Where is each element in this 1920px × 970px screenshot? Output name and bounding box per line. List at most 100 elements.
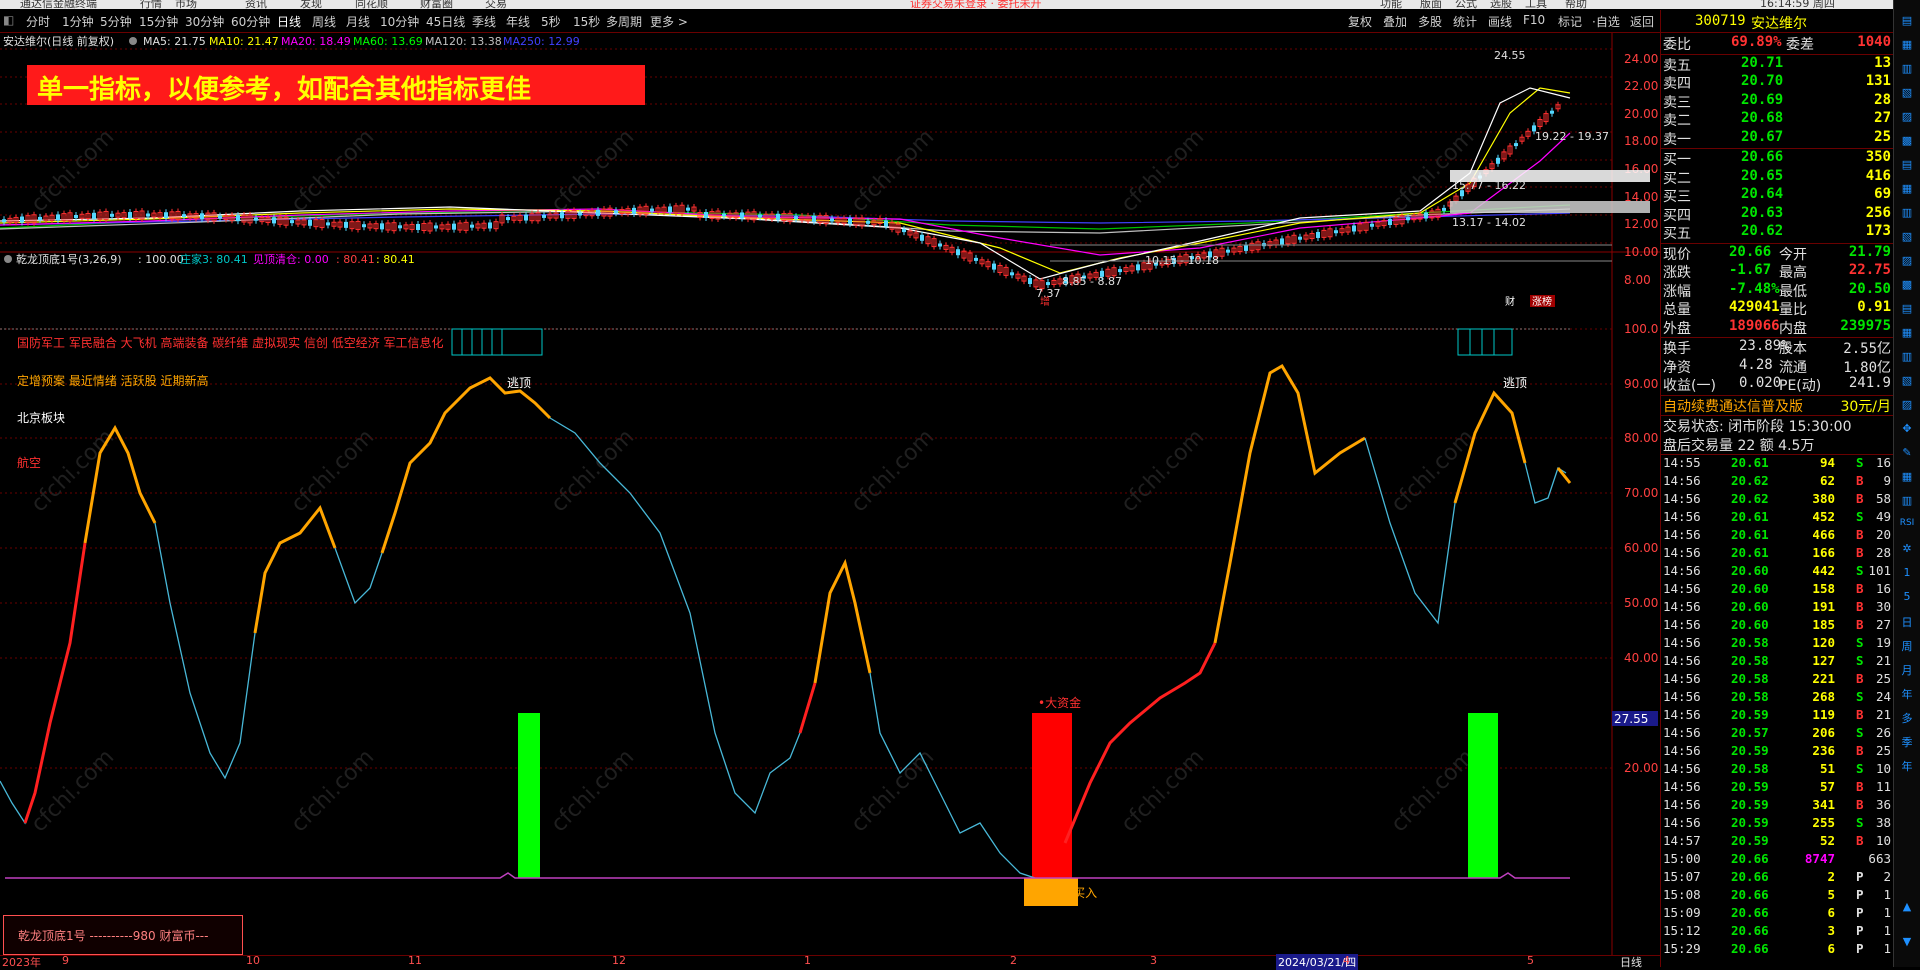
side-letter[interactable]: 年 [1898, 686, 1916, 701]
panel-icon[interactable]: ▥ [1898, 206, 1916, 220]
tool-f10[interactable]: F10 [1523, 13, 1545, 27]
period-60min[interactable]: 60分钟 [231, 13, 270, 30]
tool-tongji[interactable]: 统计 [1453, 13, 1477, 30]
side-letter[interactable]: 年 [1898, 758, 1916, 773]
side-letter[interactable]: 日 [1898, 614, 1916, 629]
period-30min[interactable]: 30分钟 [185, 13, 224, 30]
period-5sec[interactable]: 5秒 [541, 13, 561, 30]
panel-icon[interactable]: ▤ [1898, 14, 1916, 28]
panel-icon[interactable]: ▤ [1898, 158, 1916, 172]
panel-icon[interactable]: 5 [1898, 590, 1916, 604]
period-1min[interactable]: 1分钟 [62, 13, 94, 30]
panel-icon[interactable]: ▦ [1898, 182, 1916, 196]
candle [1352, 225, 1356, 232]
gear-icon[interactable]: ✲ [1898, 542, 1916, 556]
panel-icon[interactable]: ▨ [1898, 110, 1916, 124]
panel-icon[interactable]: ▥ [1898, 494, 1916, 508]
period-15min[interactable]: 15分钟 [139, 13, 178, 30]
period-weekly[interactable]: 周线 [312, 13, 336, 30]
menu-jiaoyi[interactable]: 交易 [485, 0, 507, 9]
candle [1226, 249, 1230, 253]
tick-side: S [1856, 689, 1864, 704]
menu-xuangu[interactable]: 选股 [1490, 0, 1512, 9]
svg-text:cfchi.com: cfchi.com [1117, 745, 1210, 838]
stat-value: -1.67 [1729, 262, 1772, 278]
chart-area[interactable]: 24.00 22.00 20.00 18.00 16.00 14.00 12.0… [0, 33, 1660, 967]
panel-icon[interactable]: ▧ [1898, 230, 1916, 244]
tool-fuquan[interactable]: 复权 [1348, 13, 1372, 30]
tick-price: 20.66 [1731, 923, 1769, 938]
scroll-icon[interactable]: ▲ [1898, 900, 1916, 914]
menu-zixun[interactable]: 资讯 [245, 0, 267, 9]
tool-duogu[interactable]: 多股 [1418, 13, 1442, 30]
panel-icon[interactable]: ▦ [1898, 326, 1916, 340]
period-daily[interactable]: 日线 [277, 13, 301, 30]
toolbar-toggle-icon[interactable]: ◧ [3, 13, 14, 27]
side-letter[interactable]: 周 [1898, 638, 1916, 653]
menu-caifuquan[interactable]: 财富圈 [420, 0, 453, 9]
svg-text:cfchi.com: cfchi.com [547, 125, 640, 218]
stat-value: 0.020 [1739, 375, 1782, 391]
panel-icon[interactable]: ▥ [1898, 62, 1916, 76]
tool-huaxian[interactable]: 画线 [1488, 13, 1512, 30]
ma-lines [0, 87, 1571, 280]
menu-shichang[interactable]: 市场 [175, 0, 197, 9]
period-more[interactable]: 更多 > [650, 13, 688, 30]
tick-volume: 5 [1827, 887, 1835, 902]
tick-volume: 466 [1812, 527, 1835, 542]
candle [290, 220, 294, 224]
tool-zixuan[interactable]: ·自选 [1592, 13, 1620, 30]
side-letter[interactable]: 月 [1898, 662, 1916, 677]
stat-label: 总量 [1663, 302, 1691, 318]
tool-fanhui[interactable]: 返回 [1630, 13, 1654, 30]
panel-icon[interactable]: ▦ [1898, 38, 1916, 52]
tool-biaoji[interactable]: 标记 [1558, 13, 1582, 30]
oscillator-curve [0, 363, 1572, 879]
panel-icon[interactable]: ▨ [1898, 254, 1916, 268]
pencil-icon[interactable]: ✎ [1898, 446, 1916, 460]
side-letter[interactable]: 多 [1898, 710, 1916, 725]
menu-gongshi[interactable]: 公式 [1455, 0, 1477, 9]
menu-hangqing[interactable]: 行情 [140, 0, 162, 9]
panel-icon[interactable]: ▧ [1898, 86, 1916, 100]
period-5min[interactable]: 5分钟 [100, 13, 132, 30]
panel-icon[interactable]: ▩ [1898, 134, 1916, 148]
menu-gongneng[interactable]: 功能 [1380, 0, 1402, 9]
tick-count: 16 [1875, 455, 1891, 470]
side-letter[interactable]: 季 [1898, 734, 1916, 749]
panel-icon[interactable]: ▨ [1898, 398, 1916, 412]
stat-row: 净资 4.28 流通 1.80亿 [1661, 357, 1893, 376]
period-10min[interactable]: 10分钟 [380, 13, 419, 30]
bid-label: 买二 [1663, 170, 1691, 187]
menu-tonghuashun[interactable]: 同花顺 [355, 0, 388, 9]
panel-icon[interactable]: ▩ [1898, 278, 1916, 292]
period-45day[interactable]: 45日线 [426, 13, 465, 30]
period-15sec[interactable]: 15秒 [573, 13, 600, 30]
menu-gongju[interactable]: 工具 [1525, 0, 1547, 9]
sector-line-3: 北京板块 [17, 411, 65, 425]
menu-banmian[interactable]: 版面 [1420, 0, 1442, 9]
scroll-icon[interactable]: ▼ [1898, 935, 1916, 949]
period-fenshi[interactable]: 分时 [26, 13, 50, 30]
tool-diejia[interactable]: 叠加 [1383, 13, 1407, 30]
panel-icon[interactable]: ▧ [1898, 374, 1916, 388]
tick-volume: 6 [1827, 941, 1835, 956]
panel-icon[interactable]: ▦ [1898, 470, 1916, 484]
tick-price: 20.57 [1731, 725, 1769, 740]
svg-text:cfchi.com: cfchi.com [1387, 745, 1480, 838]
move-icon[interactable]: ✥ [1898, 422, 1916, 436]
period-quarter[interactable]: 季线 [472, 13, 496, 30]
rsi-icon[interactable]: RSI [1898, 518, 1916, 532]
panel-icon[interactable]: ▥ [1898, 350, 1916, 364]
panel-icon[interactable]: 1 [1898, 566, 1916, 580]
period-year[interactable]: 年线 [506, 13, 530, 30]
menu-faxian[interactable]: 发现 [300, 0, 322, 9]
candle [20, 216, 24, 223]
tick-row: 15:29 20.66 6 P 1 [1661, 941, 1893, 958]
indicator-info-box[interactable]: 乾龙顶底1号 ----------980 财富币--- [3, 915, 243, 955]
panel-icon[interactable]: ▤ [1898, 302, 1916, 316]
period-multi[interactable]: 多周期 [606, 13, 642, 30]
period-monthly[interactable]: 月线 [346, 13, 370, 30]
menu-bangzhu[interactable]: 帮助 [1565, 0, 1587, 9]
tick-price: 20.62 [1731, 491, 1769, 506]
